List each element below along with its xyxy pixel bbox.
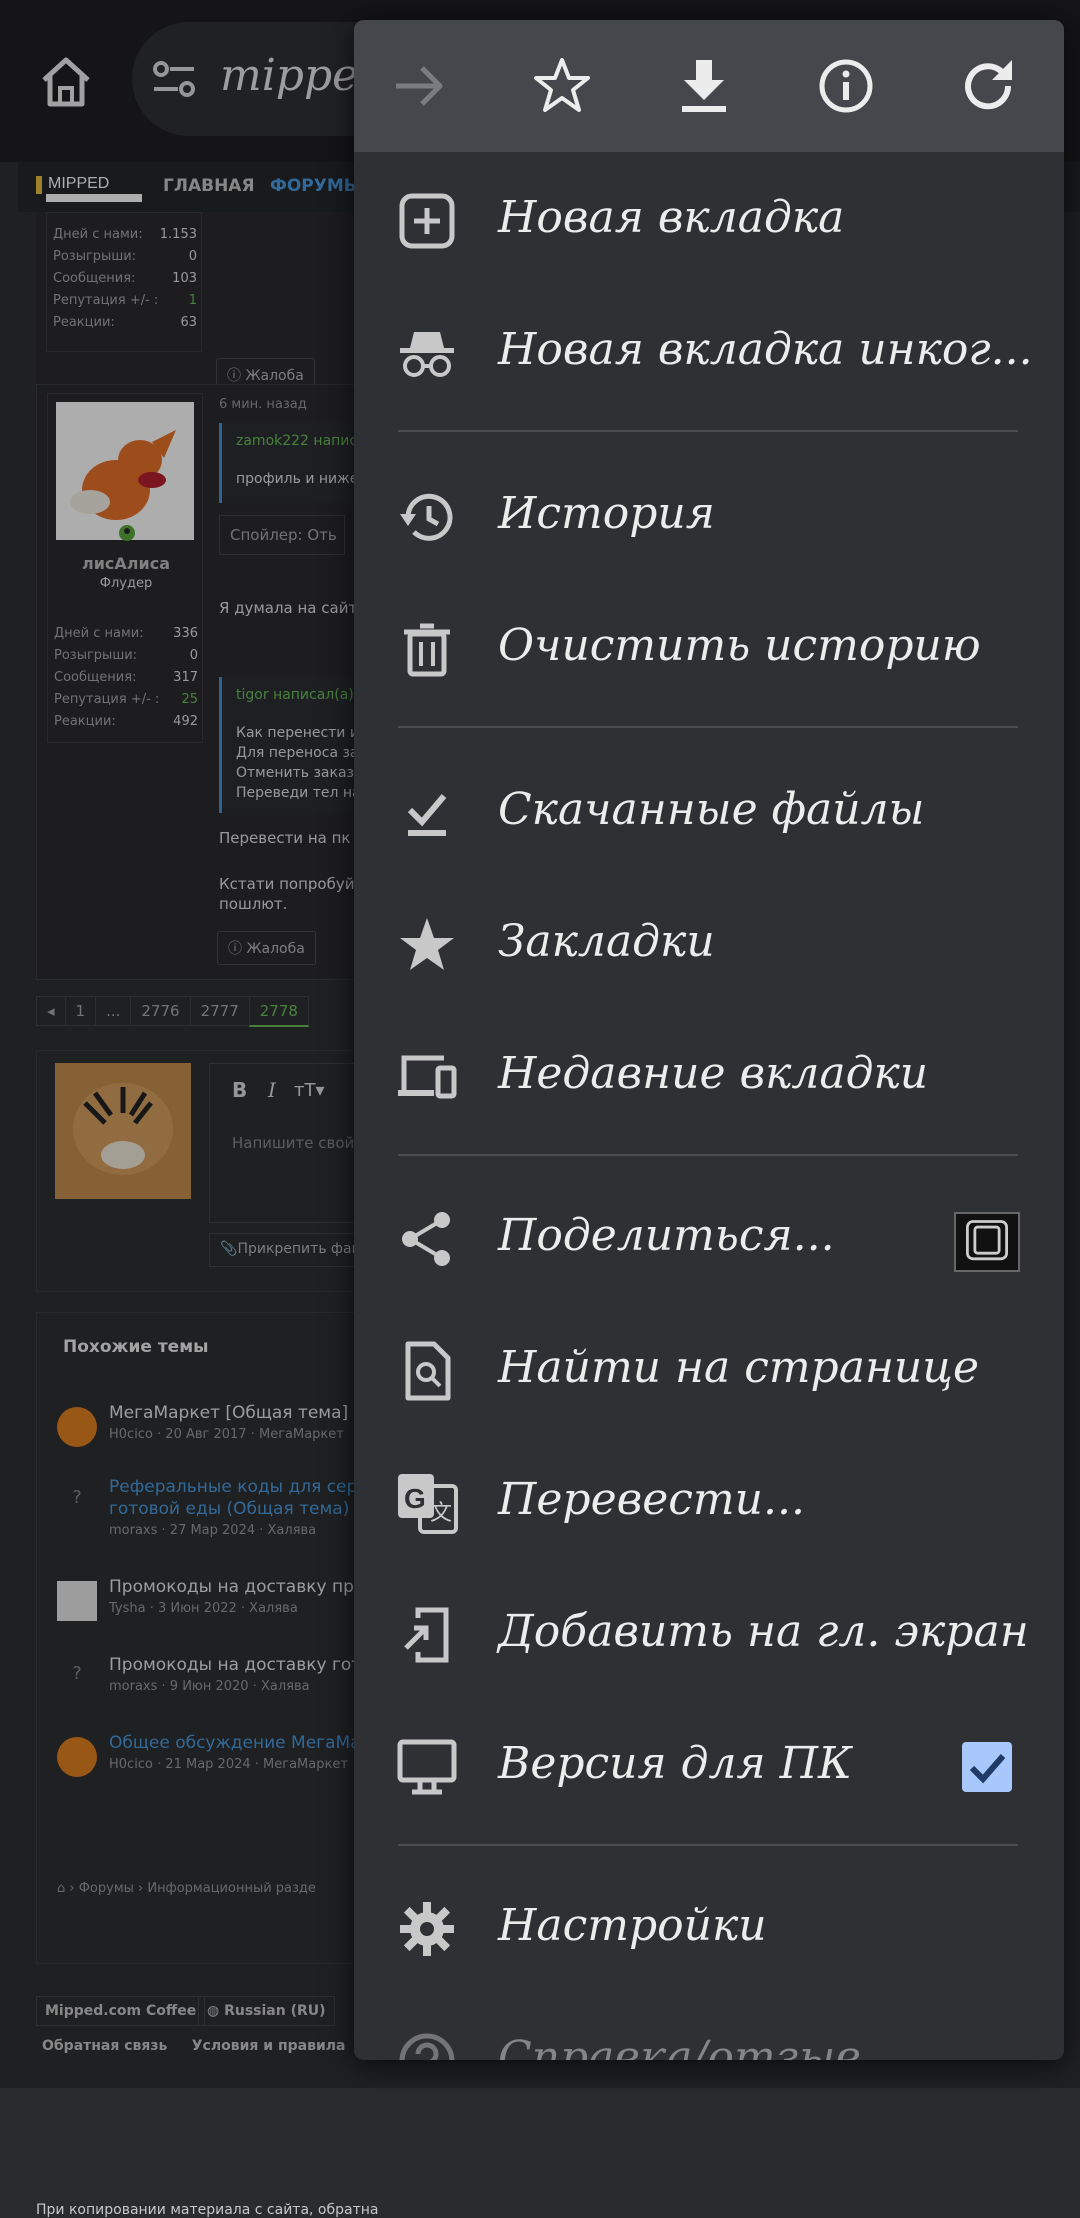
star-icon (400, 918, 454, 970)
menu-label: Перевести... (498, 1474, 805, 1525)
menu-label: История (498, 488, 715, 539)
menu-label: Закладки (498, 916, 715, 967)
download-icon[interactable] (668, 50, 740, 122)
add-to-home-screen-icon (404, 1607, 449, 1663)
menu-item-find[interactable]: Найти на странице (354, 1316, 1064, 1426)
menu-label: Справка/отзыв (498, 2032, 861, 2060)
download-done-icon (407, 794, 447, 836)
forward-icon[interactable] (384, 50, 456, 122)
add-box-icon (399, 193, 455, 249)
help-icon (399, 2033, 455, 2060)
translate-icon: G文 (398, 1474, 458, 1534)
menu-item-new-tab[interactable]: Новая вкладка (354, 166, 1064, 276)
devices-icon (398, 1055, 457, 1099)
menu-separator (398, 726, 1018, 728)
menu-item-translate[interactable]: G文 Перевести... (354, 1448, 1064, 1558)
share-icon (402, 1212, 450, 1266)
menu-label: Версия для ПК (498, 1738, 853, 1789)
menu-item-desktop-site[interactable]: Версия для ПК (354, 1712, 1064, 1822)
menu-label: Найти на странице (498, 1342, 980, 1393)
menu-item-downloads[interactable]: Скачанные файлы (354, 758, 1064, 868)
desktop-site-checkbox[interactable] (962, 1742, 1012, 1792)
menu-item-settings[interactable]: Настройки (354, 1874, 1064, 1984)
menu-label: Добавить на гл. экран (498, 1606, 1029, 1657)
share-target-icon[interactable] (954, 1212, 1020, 1272)
menu-separator (398, 430, 1018, 432)
find-in-page-icon (405, 1341, 451, 1401)
menu-item-help[interactable]: Справка/отзыв (354, 2006, 1064, 2060)
svg-text:G: G (404, 1483, 426, 1514)
menu-label: Очистить историю (498, 620, 981, 671)
menu-item-bookmarks[interactable]: Закладки (354, 890, 1064, 1000)
menu-item-add-home[interactable]: Добавить на гл. экран (354, 1580, 1064, 1690)
menu-item-share[interactable]: Поделиться... (354, 1184, 1064, 1294)
menu-label: Недавние вкладки (498, 1048, 929, 1099)
menu-label: Поделиться... (498, 1210, 835, 1261)
menu-item-incognito[interactable]: Новая вкладка инког... (354, 298, 1064, 408)
history-icon (400, 493, 453, 541)
svg-text:文: 文 (430, 1501, 452, 1526)
menu-label: Скачанные файлы (498, 784, 925, 835)
menu-separator (398, 1154, 1018, 1156)
reload-icon[interactable] (952, 50, 1024, 122)
info-icon[interactable] (810, 50, 882, 122)
menu-toolbar (354, 20, 1064, 152)
incognito-icon (400, 332, 454, 377)
menu-item-clear-history[interactable]: Очистить историю (354, 594, 1064, 704)
trash-icon (404, 623, 450, 677)
menu-label: Настройки (498, 1900, 767, 1951)
browser-overflow-menu: Новая вкладка Новая вкладка инког... Ист… (354, 20, 1064, 2060)
desktop-icon (397, 1739, 457, 1795)
menu-item-recent-tabs[interactable]: Недавние вкладки (354, 1022, 1064, 1132)
gear-icon (400, 1902, 454, 1956)
menu-separator (398, 1844, 1018, 1846)
menu-label: Новая вкладка (498, 192, 845, 243)
menu-label: Новая вкладка инког... (498, 324, 1033, 375)
bookmark-star-icon[interactable] (526, 50, 598, 122)
copyright-text: При копировании материала с сайта, обрат… (36, 2202, 379, 2218)
menu-item-history[interactable]: История (354, 462, 1064, 572)
check-icon (969, 1754, 1006, 1784)
